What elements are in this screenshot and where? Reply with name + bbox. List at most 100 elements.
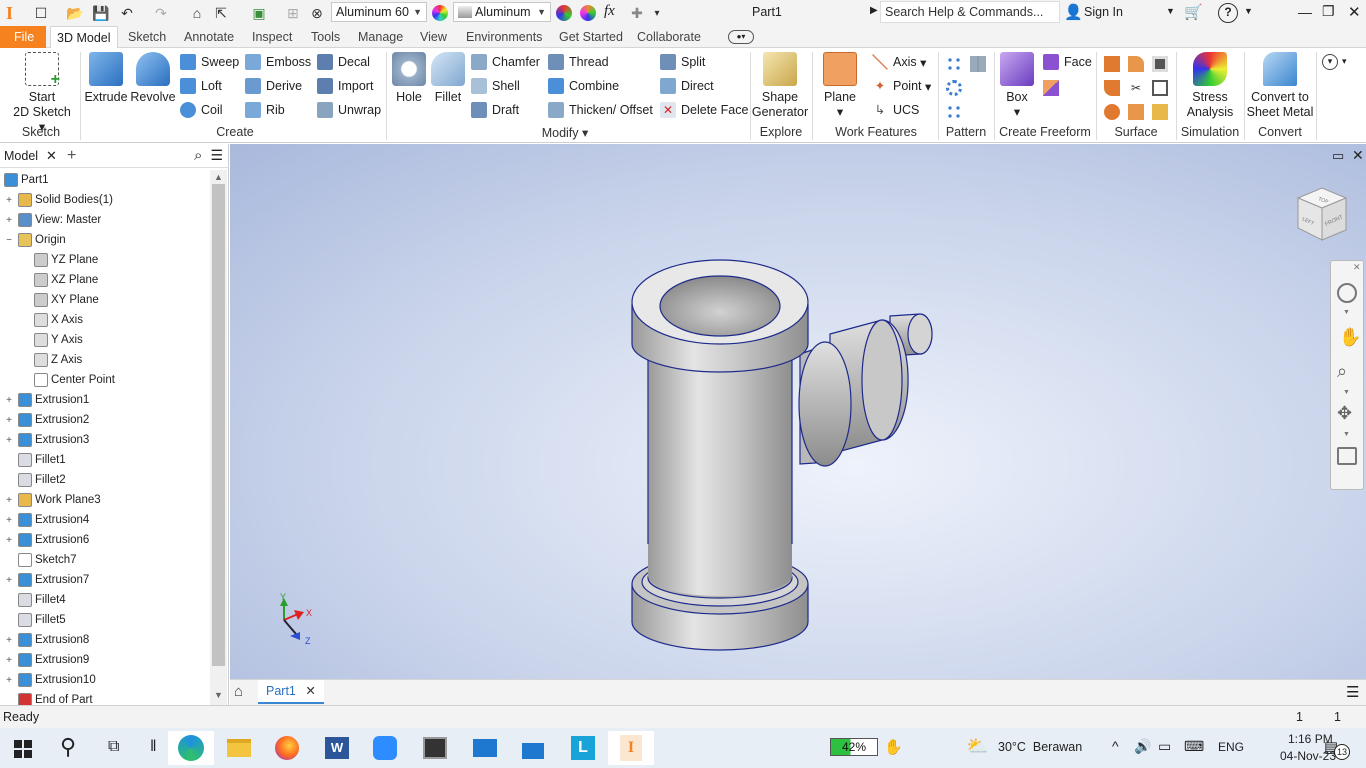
tree-node[interactable]: XZ Plane [20, 270, 98, 290]
tree-node[interactable]: Center Point [20, 370, 115, 390]
ribbon-display-options-icon[interactable]: ●▾ [728, 30, 754, 44]
tree-node[interactable]: + Extrusion4 [4, 510, 89, 530]
direct-button[interactable]: Direct [660, 78, 714, 94]
clear-appearance-icon[interactable] [556, 5, 572, 21]
scroll-up-icon[interactable]: ▲ [214, 172, 223, 182]
inventor-app-icon[interactable]: I [6, 3, 24, 23]
split-button[interactable]: Split [660, 54, 705, 70]
extend-icon[interactable] [1152, 56, 1168, 72]
tree-node[interactable]: Sketch7 [4, 550, 77, 570]
tab-manage[interactable]: Manage [352, 26, 409, 48]
minimize-icon[interactable]: — [1298, 4, 1312, 20]
tree-node[interactable]: YZ Plane [20, 250, 98, 270]
sign-in-button[interactable]: Sign In [1084, 5, 1123, 19]
store-icon[interactable] [518, 734, 548, 762]
import-button[interactable]: Import [317, 78, 373, 94]
draft-button[interactable]: Draft [471, 102, 519, 118]
decal-button[interactable]: Decal [317, 54, 370, 70]
tree-node[interactable]: + View: Master [4, 210, 101, 230]
mirror-icon[interactable] [970, 56, 986, 72]
tree-expand-icon[interactable]: + [4, 635, 14, 646]
derive-button[interactable]: Derive [245, 78, 302, 94]
tree-expand-icon[interactable]: − [4, 235, 14, 246]
sweep-button[interactable]: Sweep [180, 54, 239, 70]
save-icon[interactable]: 💾 [90, 2, 112, 24]
redo-icon[interactable]: ↷ [150, 2, 172, 24]
tab-annotate[interactable]: Annotate [178, 26, 240, 48]
close-document-tab-icon[interactable]: ✕ [305, 684, 315, 698]
home-icon[interactable]: ⌂ [186, 2, 208, 24]
look-at-icon[interactable] [1337, 447, 1357, 465]
menu-icon[interactable]: ☰ [210, 147, 223, 164]
inventor-taskbar-icon[interactable]: I [608, 731, 654, 765]
hole-button[interactable]: Hole [390, 52, 428, 105]
close-icon[interactable]: ✕ [1348, 3, 1361, 21]
firefox-icon[interactable] [272, 734, 302, 762]
parameters-fx-icon[interactable]: fx [604, 3, 615, 20]
word-icon[interactable]: W [322, 734, 352, 762]
search-icon[interactable]: ⌕ [194, 147, 202, 164]
taskbar-search-icon[interactable]: ⚲ [60, 734, 76, 760]
measure-icon[interactable]: ⊞ [282, 2, 304, 24]
tree-expand-icon[interactable]: + [4, 195, 14, 206]
undo-icon[interactable]: ↶ [116, 2, 138, 24]
select-icon[interactable]: ⇱ [210, 2, 232, 24]
tree-node[interactable]: Fillet4 [4, 590, 66, 610]
shape-generator-button[interactable]: Shape Generator [752, 52, 808, 120]
circular-pattern-icon[interactable] [946, 80, 962, 96]
plane-button[interactable]: Plane ▾ [818, 52, 862, 120]
ribbon-options-icon[interactable]: ▾ [1322, 54, 1338, 70]
tree-node[interactable]: Fillet2 [4, 470, 66, 490]
tree-node[interactable]: + Extrusion3 [4, 430, 89, 450]
tree-expand-icon[interactable]: + [4, 435, 14, 446]
convert-to-sheet-metal-button[interactable]: Convert to Sheet Metal [1246, 52, 1314, 120]
document-tab-part1[interactable]: Part1 ✕ [258, 680, 324, 704]
point-button[interactable]: ✦ Point ▾ [872, 78, 932, 94]
stress-analysis-button[interactable]: Stress Analysis [1180, 52, 1240, 120]
orbit-icon[interactable]: ✥ [1337, 403, 1352, 424]
thread-button[interactable]: Thread [548, 54, 609, 70]
volume-icon[interactable]: 🔊 [1134, 738, 1151, 755]
tree-expand-icon[interactable]: + [4, 415, 14, 426]
add-icon[interactable]: ✚ [626, 2, 648, 24]
scroll-down-icon[interactable]: ▼ [214, 690, 223, 700]
windows-start-icon[interactable] [14, 740, 32, 758]
boundary-patch-icon[interactable] [1104, 104, 1120, 120]
repair-icon[interactable] [1152, 104, 1168, 120]
tree-expand-icon[interactable]: + [4, 535, 14, 546]
tree-node[interactable]: + Solid Bodies(1) [4, 190, 113, 210]
add-browser-icon[interactable]: + [67, 147, 76, 165]
zoom-dropdown-icon[interactable]: ▼ [1343, 389, 1350, 396]
document-list-menu-icon[interactable]: ☰ [1346, 683, 1359, 701]
tab-sketch[interactable]: Sketch [122, 26, 172, 48]
notification-icon[interactable]: ▤ 13 [1324, 738, 1350, 760]
material-dropdown[interactable]: Aluminum 60 ▼ [331, 2, 427, 22]
thicken-offset-button[interactable]: Thicken/ Offset [548, 102, 653, 118]
tree-node[interactable]: + Extrusion9 [4, 650, 89, 670]
weather-icon[interactable]: ⛅ [966, 736, 988, 757]
shell-button[interactable]: Shell [471, 78, 520, 94]
extrude-button[interactable]: Extrude [84, 52, 128, 105]
tree-node[interactable]: Y Axis [20, 330, 83, 350]
restore-icon[interactable]: ❐ [1322, 3, 1335, 20]
tab-collaborate[interactable]: Collaborate [631, 26, 707, 48]
tree-node[interactable]: Fillet5 [4, 610, 66, 630]
tree-node[interactable]: + Extrusion10 [4, 670, 96, 690]
tree-node[interactable]: Fillet1 [4, 450, 66, 470]
tab-tools[interactable]: Tools [305, 26, 346, 48]
group-label-modify[interactable]: Modify ▾ [530, 125, 600, 140]
tree-node[interactable]: X Axis [20, 310, 83, 330]
keyboard-icon[interactable]: ⌨ [1184, 738, 1204, 755]
orbit-dropdown-icon[interactable]: ▼ [1343, 431, 1350, 438]
tree-node[interactable]: − Origin [4, 230, 66, 250]
tree-node[interactable]: + Extrusion1 [4, 390, 89, 410]
emboss-button[interactable]: Emboss [245, 54, 311, 70]
tree-node[interactable]: Z Axis [20, 350, 82, 370]
browser-scrollbar[interactable]: ▲ ▼ [210, 170, 227, 705]
edge-icon[interactable] [168, 731, 214, 765]
replace-face-icon[interactable] [1128, 104, 1144, 120]
delete-face-button[interactable]: ✕ Delete Face [660, 102, 748, 118]
tab-inspect[interactable]: Inspect [246, 26, 298, 48]
tree-expand-icon[interactable]: + [4, 495, 14, 506]
combine-button[interactable]: Combine [548, 78, 619, 94]
